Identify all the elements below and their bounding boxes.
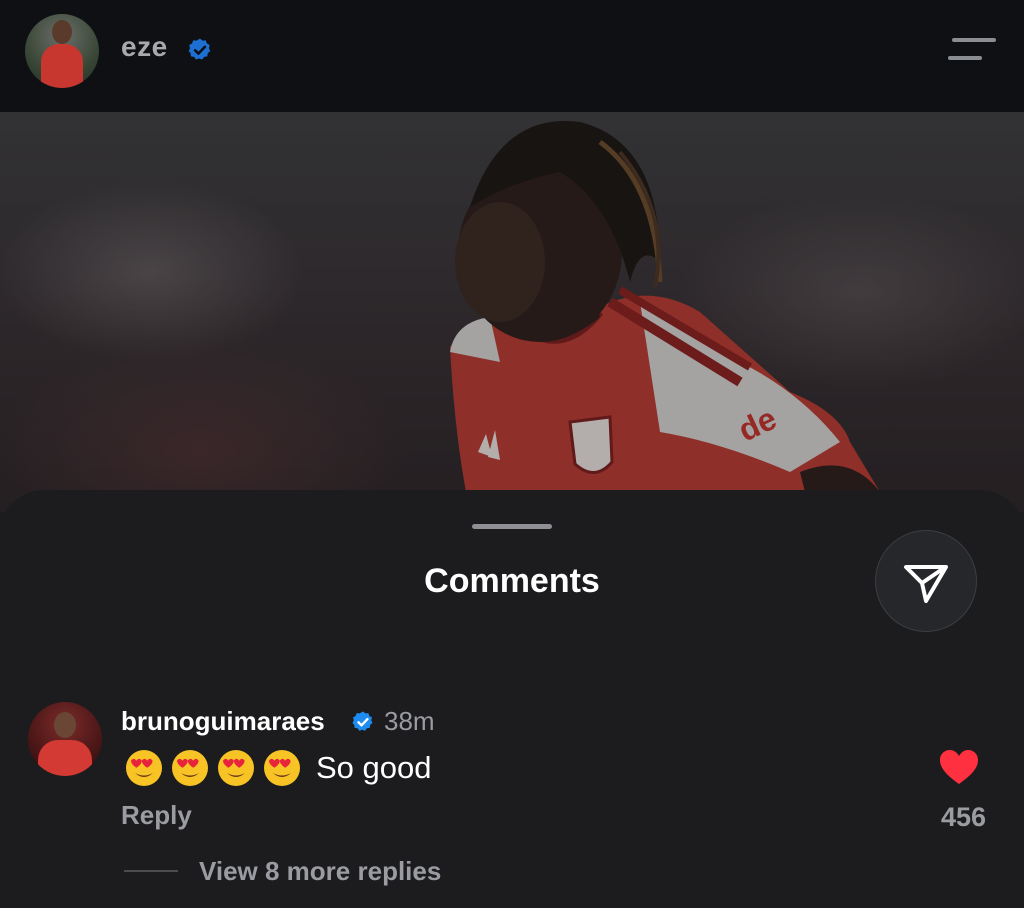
comment-text: So good xyxy=(124,748,432,788)
svg-text:de: de xyxy=(733,400,782,448)
share-button[interactable] xyxy=(875,530,977,632)
profile-avatar[interactable] xyxy=(25,14,99,88)
comments-sheet: Comments brunoguimaraes 38m So good Repl… xyxy=(0,490,1024,908)
heart-eyes-emoji-icon xyxy=(264,750,300,786)
send-icon xyxy=(904,565,948,603)
comment-body: So good xyxy=(316,750,432,785)
menu-icon[interactable] xyxy=(946,36,998,66)
profile-header: eze xyxy=(0,0,1024,112)
post-photo: de xyxy=(0,112,1024,512)
avatar-figure xyxy=(38,740,92,776)
heart-eyes-emoji-icon xyxy=(218,750,254,786)
avatar-figure xyxy=(41,44,83,88)
heart-eyes-emoji-icon xyxy=(126,750,162,786)
verified-badge-icon xyxy=(352,711,373,731)
view-replies-button[interactable]: View 8 more replies xyxy=(199,856,441,887)
commenter-username[interactable]: brunoguimaraes xyxy=(121,706,325,737)
reply-button[interactable]: Reply xyxy=(121,800,192,831)
verified-badge-icon xyxy=(188,38,211,60)
profile-username[interactable]: eze xyxy=(121,31,168,63)
like-heart-icon[interactable] xyxy=(938,748,980,786)
like-count: 456 xyxy=(940,802,986,832)
heart-eyes-emoji-icon xyxy=(172,750,208,786)
replies-divider xyxy=(124,870,178,872)
commenter-avatar[interactable] xyxy=(28,702,102,776)
sheet-drag-handle[interactable] xyxy=(472,524,552,529)
screen: eze de Comments brunoguimaraes 38m So go… xyxy=(0,0,1024,908)
sheet-title: Comments xyxy=(424,562,600,600)
comment-timestamp: 38m xyxy=(384,706,435,736)
avatar-head xyxy=(52,20,72,44)
player-illustration: de xyxy=(450,121,880,512)
avatar-head xyxy=(54,712,76,738)
